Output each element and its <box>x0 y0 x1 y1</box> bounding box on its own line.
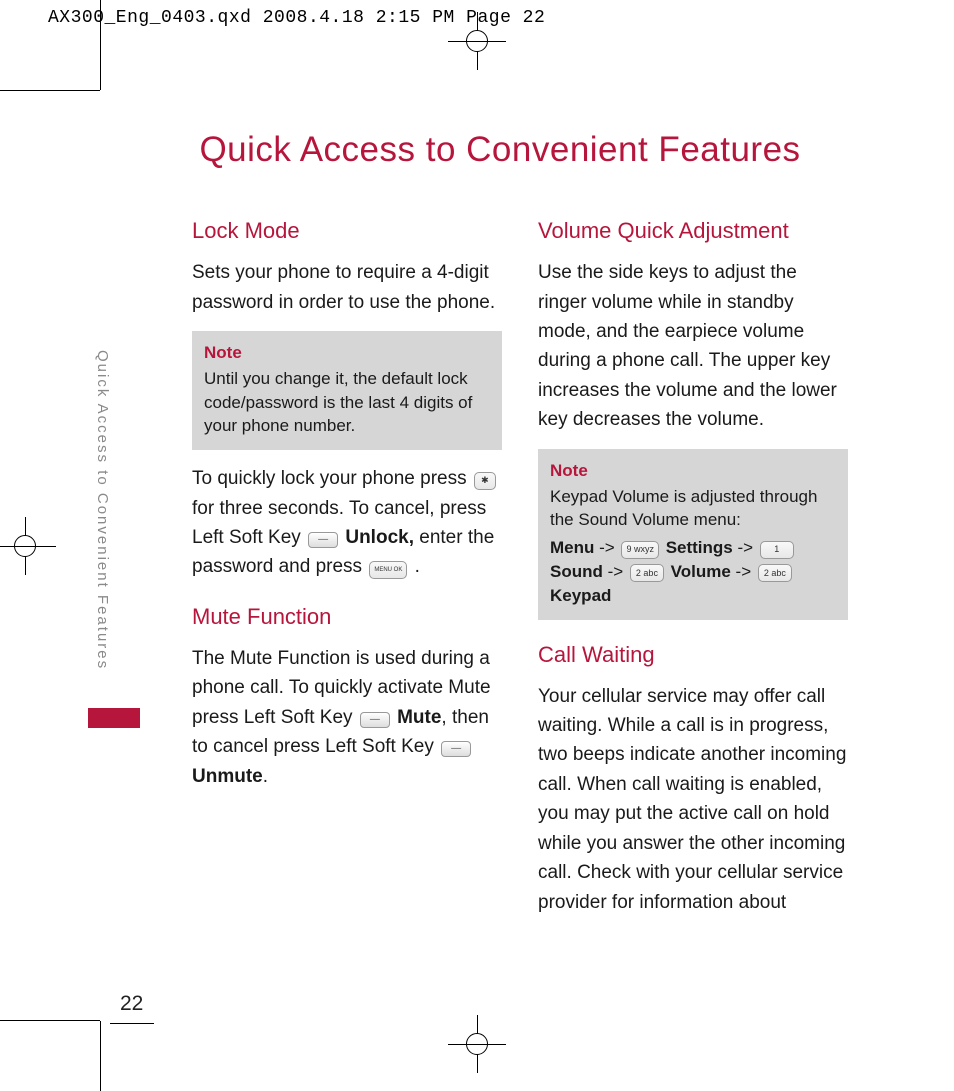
heading-lock-mode: Lock Mode <box>192 214 502 248</box>
note-title: Note <box>204 341 490 365</box>
text: . <box>415 556 420 577</box>
two-column-layout: Lock Mode Sets your phone to require a 4… <box>120 208 880 931</box>
key-2-icon: 2 abc <box>758 564 792 582</box>
registration-mark-top <box>0 24 954 58</box>
arrow: -> <box>731 562 756 581</box>
note-title: Note <box>550 459 836 483</box>
star-key-icon: ✱ <box>474 472 496 490</box>
heading-call-waiting: Call Waiting <box>538 638 848 672</box>
crop-mark <box>0 90 100 91</box>
note-line1: Keypad Volume is adjusted through the So… <box>550 485 836 533</box>
crop-mark <box>0 546 56 547</box>
note-box-volume: Note Keypad Volume is adjusted through t… <box>538 449 848 620</box>
page-title: Quick Access to Convenient Features <box>120 130 880 170</box>
text: . <box>263 766 268 787</box>
text-bold: Mute <box>397 707 441 728</box>
menu-ok-key-icon: MENU OK <box>369 561 407 579</box>
crop-mark <box>0 1020 100 1021</box>
sound-label: Sound <box>550 562 603 581</box>
left-soft-key-icon <box>308 532 338 548</box>
menu-label: Menu <box>550 538 594 557</box>
side-tab-label: Quick Access to Convenient Features <box>94 350 111 670</box>
settings-label: Settings <box>666 538 733 557</box>
key-2-icon: 2 abc <box>630 564 664 582</box>
crop-mark <box>100 1021 101 1091</box>
call-waiting-body: Your cellular service may offer call wai… <box>538 682 848 918</box>
arrow: -> <box>594 538 619 557</box>
text-bold: Unlock, <box>345 527 414 548</box>
page-content: Quick Access to Convenient Features Quic… <box>120 130 880 1010</box>
keypad-label: Keypad <box>550 586 611 605</box>
menu-path: Menu -> 9 wxyz Settings -> 1 Sound -> 2 … <box>550 536 836 607</box>
registration-mark-bottom <box>0 1027 954 1061</box>
key-9-icon: 9 wxyz <box>621 541 659 559</box>
lock-mode-body: To quickly lock your phone press ✱ for t… <box>192 464 502 582</box>
page-number-rule <box>110 1023 154 1024</box>
left-soft-key-icon <box>441 741 471 757</box>
heading-mute: Mute Function <box>192 600 502 634</box>
arrow: -> <box>733 538 758 557</box>
volume-label: Volume <box>671 562 731 581</box>
text: To quickly lock your phone press <box>192 468 472 489</box>
crop-mark <box>100 0 101 90</box>
left-column: Lock Mode Sets your phone to require a 4… <box>192 208 502 931</box>
lock-mode-intro: Sets your phone to require a 4-digit pas… <box>192 258 502 317</box>
mute-body: The Mute Function is used during a phone… <box>192 644 502 791</box>
page-number: 22 <box>120 992 143 1016</box>
text-bold: Unmute <box>192 766 263 787</box>
note-body: Until you change it, the default lock co… <box>204 367 490 438</box>
note-box-lock: Note Until you change it, the default lo… <box>192 331 502 450</box>
key-1-icon: 1 <box>760 541 794 559</box>
heading-volume: Volume Quick Adjustment <box>538 214 848 248</box>
volume-body: Use the side keys to adjust the ringer v… <box>538 258 848 435</box>
left-soft-key-icon <box>360 712 390 728</box>
right-column: Volume Quick Adjustment Use the side key… <box>538 208 848 931</box>
side-tab-bar <box>88 708 140 728</box>
arrow: -> <box>603 562 628 581</box>
